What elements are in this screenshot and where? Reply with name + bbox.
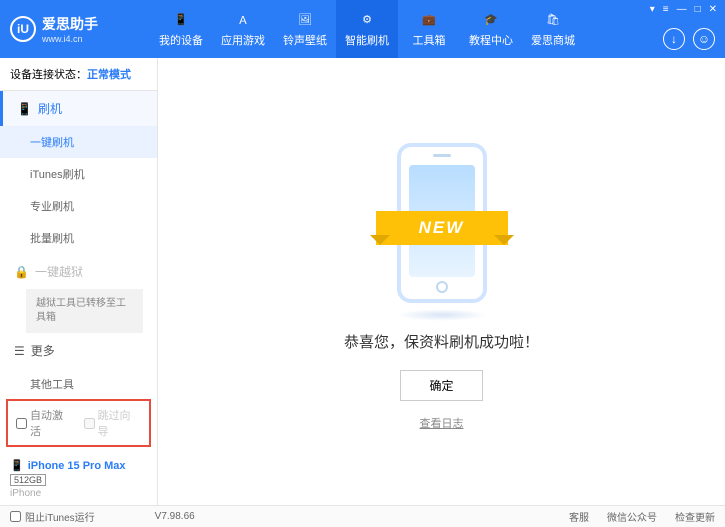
toolbox-icon: 💼 (420, 11, 438, 29)
lock-icon: 🔒 (14, 265, 29, 279)
phone-illustration: NEW (382, 133, 502, 313)
success-message: 恭喜您，保资料刷机成功啦！ (344, 331, 539, 352)
app-url: www.i4.cn (42, 34, 98, 44)
connection-status: 设备连接状态：正常模式 (0, 58, 157, 91)
nav-apps[interactable]: Ａ应用游戏 (212, 0, 274, 58)
menu-icon[interactable]: ≡ (663, 4, 669, 15)
phone-icon: 📱 (17, 102, 32, 116)
footer-check-update[interactable]: 检查更新 (675, 509, 715, 524)
view-log-link[interactable]: 查看日志 (420, 415, 464, 431)
footer-support[interactable]: 客服 (569, 509, 589, 524)
nav-store[interactable]: 🛍爱思商城 (522, 0, 584, 58)
main-content: NEW 恭喜您，保资料刷机成功啦！ 确定 查看日志 (158, 58, 725, 505)
new-ribbon: NEW (376, 211, 508, 245)
nav-ringtones[interactable]: 🖼铃声壁纸 (274, 0, 336, 58)
flash-icon: ⚙ (358, 11, 376, 29)
phone-small-icon: 📱 (10, 459, 24, 472)
menu-batch-flash[interactable]: 批量刷机 (0, 222, 157, 254)
more-icon: ☰ (14, 344, 25, 358)
footer: 阻止iTunes运行 V7.98.66 客服 微信公众号 检查更新 (0, 505, 725, 527)
close-icon[interactable]: ✕ (709, 4, 717, 15)
logo-section: iU 爱思助手 www.i4.cn (10, 14, 150, 44)
logo-icon: iU (10, 16, 36, 42)
jailbreak-note: 越狱工具已转移至工具箱 (26, 289, 143, 333)
version-label: V7.98.66 (155, 511, 195, 522)
menu-group-more[interactable]: ☰更多 (0, 333, 157, 368)
dropdown-icon[interactable]: ▾ (650, 4, 655, 15)
window-controls: ▾ ≡ — □ ✕ (650, 4, 717, 15)
user-button[interactable]: ☺ (693, 28, 715, 50)
nav-my-device[interactable]: 📱我的设备 (150, 0, 212, 58)
device-icon: 📱 (172, 11, 190, 29)
device-name[interactable]: 📱iPhone 15 Pro Max (10, 459, 147, 472)
device-info: 📱iPhone 15 Pro Max 512GB iPhone (0, 453, 157, 505)
checkbox-block-itunes[interactable]: 阻止iTunes运行 (10, 509, 95, 524)
nav-toolbox[interactable]: 💼工具箱 (398, 0, 460, 58)
nav-tabs: 📱我的设备 Ａ应用游戏 🖼铃声壁纸 ⚙智能刷机 💼工具箱 🎓教程中心 🛍爱思商城 (150, 0, 584, 58)
tutorial-icon: 🎓 (482, 11, 500, 29)
device-type: iPhone (10, 488, 147, 499)
menu-other-tools[interactable]: 其他工具 (0, 368, 157, 393)
nav-flash[interactable]: ⚙智能刷机 (336, 0, 398, 58)
apps-icon: Ａ (234, 11, 252, 29)
menu-group-flash[interactable]: 📱刷机 (0, 91, 157, 126)
wallpaper-icon: 🖼 (296, 11, 314, 29)
menu-one-click-flash[interactable]: 一键刷机 (0, 126, 157, 158)
maximize-icon[interactable]: □ (695, 4, 701, 15)
storage-badge: 512GB (10, 474, 46, 486)
checkbox-auto-activate[interactable]: 自动激活 (16, 407, 74, 439)
download-button[interactable]: ↓ (663, 28, 685, 50)
nav-tutorials[interactable]: 🎓教程中心 (460, 0, 522, 58)
checkbox-skip-wizard[interactable]: 跳过向导 (84, 407, 142, 439)
footer-wechat[interactable]: 微信公众号 (607, 509, 657, 524)
app-name: 爱思助手 (42, 14, 98, 34)
minimize-icon[interactable]: — (677, 4, 687, 15)
sidebar: 设备连接状态：正常模式 📱刷机 一键刷机 iTunes刷机 专业刷机 批量刷机 … (0, 58, 158, 505)
ok-button[interactable]: 确定 (400, 370, 482, 401)
options-row: 自动激活 跳过向导 (6, 399, 151, 447)
store-icon: 🛍 (544, 11, 562, 29)
menu-pro-flash[interactable]: 专业刷机 (0, 190, 157, 222)
app-header: iU 爱思助手 www.i4.cn 📱我的设备 Ａ应用游戏 🖼铃声壁纸 ⚙智能刷… (0, 0, 725, 58)
menu-group-jailbreak[interactable]: 🔒一键越狱 (0, 254, 157, 289)
menu-itunes-flash[interactable]: iTunes刷机 (0, 158, 157, 190)
